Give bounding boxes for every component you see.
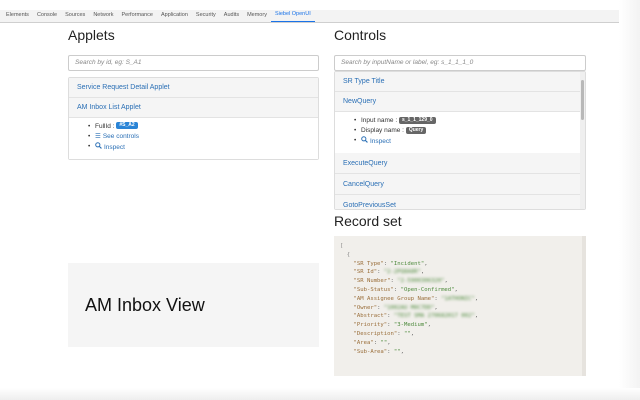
applet-item-service-request-detail[interactable]: Service Request Detail Applet (69, 77, 318, 98)
json-key: "Description" (353, 330, 398, 337)
tab-sources[interactable]: Sources (61, 11, 89, 22)
fullid-label: FullId : (95, 122, 115, 130)
input-name-label: Input name : (361, 117, 398, 124)
json-value: "" (393, 348, 401, 355)
json-line: "Priority": "3-Medium", (353, 322, 431, 329)
applet-fullid-row: FullId : #S_A2 (88, 122, 318, 132)
controls-title: Controls (334, 27, 387, 43)
controls-panel: Controls (334, 26, 586, 71)
control-item-newquery[interactable]: NewQuery (335, 92, 585, 112)
json-key: "Sub-Area" (353, 348, 388, 355)
display-name-badge: Query (405, 126, 427, 134)
applet-details: FullId : #S_A2 ☰See controls Inspect (69, 117, 318, 159)
record-set-title: Record set (334, 213, 402, 229)
controls-list[interactable]: SR Type Title NewQuery Input name : s_1_… (334, 71, 586, 210)
json-line: "AM Assignee Group Name": "1ATHONIC", (353, 295, 479, 302)
json-open-brace: { (346, 251, 351, 258)
tab-performance[interactable]: Performance (117, 11, 157, 22)
json-line: "Sub-Area": "", (353, 348, 405, 355)
tab-console[interactable]: Console (33, 11, 61, 22)
list-icon: ☰ (95, 132, 101, 140)
json-key: "AM Assignee Group Name" (353, 295, 435, 302)
tab-audits[interactable]: Audits (220, 11, 243, 22)
controls-scrollbar[interactable] (580, 72, 585, 209)
json-open-bracket: [ (340, 243, 344, 249)
json-line: "SR Number": "2-5900306320", (353, 278, 448, 285)
applets-search-input[interactable] (68, 54, 319, 71)
window-edge (619, 0, 640, 400)
applets-title: Applets (68, 27, 115, 43)
input-name-badge: s_1_1_129_0 (398, 116, 436, 124)
see-controls-link[interactable]: See controls (103, 133, 139, 140)
control-item-executequery[interactable]: ExecuteQuery (335, 153, 585, 174)
json-key: "Abstract" (353, 313, 388, 320)
json-line: "Description": "", (353, 330, 415, 337)
json-key: "SR Number" (353, 278, 391, 285)
input-name-row: Input name : s_1_1_129_0 (354, 116, 585, 126)
view-panel: AM Inbox View (68, 263, 319, 347)
json-line: "Abstract": "TEST SMA 270682017 002", (353, 313, 479, 320)
applets-list: Service Request Detail Applet AM Inbox L… (68, 76, 319, 160)
json-value: "Incident" (390, 260, 425, 267)
control-details: Input name : s_1_1_129_0 Display name : … (335, 112, 585, 153)
controls-search-input[interactable] (334, 54, 586, 71)
json-line: "Owner": "1002AU M0C7DD", (353, 304, 438, 311)
control-item-gotopreviousset[interactable]: GotoPreviousSet (335, 195, 585, 209)
json-key: "Priority" (353, 322, 388, 329)
json-key: "Owner" (353, 304, 378, 311)
devtools-tab-bar: Elements Console Sources Network Perform… (0, 10, 640, 23)
control-item-cancelquery[interactable]: CancelQuery (335, 174, 585, 195)
view-title: AM Inbox View (85, 295, 205, 315)
json-key: "SR Type" (353, 260, 384, 267)
tab-siebel-openui[interactable]: Siebel OpenUI (270, 10, 315, 22)
tab-application[interactable]: Application (157, 11, 192, 22)
json-line: "SR Type": "Incident", (353, 260, 428, 267)
applet-inspect-link[interactable]: Inspect (104, 144, 125, 151)
see-controls-row: ☰See controls (88, 132, 318, 142)
search-icon (361, 136, 368, 147)
control-inspect-row: Inspect (354, 136, 585, 147)
json-line: "Area": "", (353, 339, 391, 346)
display-name-label: Display name : (361, 127, 404, 134)
window-bottom-edge (0, 388, 640, 400)
control-item-sr-type-title[interactable]: SR Type Title (335, 72, 585, 92)
display-name-row: Display name : Query (354, 126, 585, 136)
applet-inspect-row: Inspect (88, 141, 318, 153)
record-set-scrollbar[interactable] (582, 236, 586, 376)
json-key: "Area" (353, 339, 374, 346)
tab-elements[interactable]: Elements (2, 11, 33, 22)
json-value: "2-2PQ8A8R" (383, 269, 421, 276)
applet-item-am-inbox-list[interactable]: AM Inbox List Applet (69, 97, 318, 118)
fullid-badge: #S_A2 (116, 122, 138, 130)
applets-panel: Applets Service Request Detail Applet AM… (68, 26, 319, 160)
json-line: "Sub-Status": "Open-Confirmed", (353, 286, 458, 293)
json-key: "SR Id" (353, 269, 378, 276)
controls-scroll-thumb[interactable] (581, 80, 584, 120)
json-value: "" (404, 330, 411, 337)
control-inspect-link[interactable]: Inspect (370, 138, 391, 145)
json-value: "1ATHONIC" (441, 295, 475, 302)
json-key: "Sub-Status" (353, 286, 394, 293)
json-value: "" (380, 339, 388, 346)
tab-memory[interactable]: Memory (243, 11, 271, 22)
tab-network[interactable]: Network (89, 11, 117, 22)
json-value: "TEST SMA 270682017 002" (393, 313, 475, 320)
json-value: "1002AU M0C7DD" (383, 304, 435, 311)
record-set-json: [ { "SR Type": "Incident", "SR Id": "2-2… (334, 236, 586, 376)
json-value: "3-Medium" (393, 322, 428, 329)
json-line: "SR Id": "2-2PQ8A8R", (353, 269, 425, 276)
tab-security[interactable]: Security (192, 11, 220, 22)
json-value: "Open-Confirmed" (400, 286, 455, 293)
search-icon (95, 141, 102, 153)
json-value: "2-5900306320" (397, 278, 445, 285)
